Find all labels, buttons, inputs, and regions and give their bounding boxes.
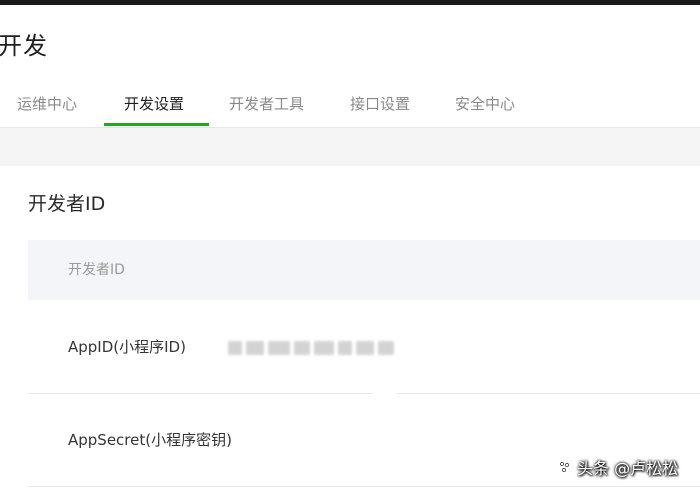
tab-dev-settings[interactable]: 开发设置 <box>124 88 184 128</box>
tab-ops-center[interactable]: 运维中心 <box>17 88 77 128</box>
content-background-band <box>0 128 700 166</box>
appid-value-masked <box>228 338 396 358</box>
watermark: 头条 @卢松松 <box>558 454 678 480</box>
section-title: 开发者ID <box>28 193 106 215</box>
toutiao-logo-icon <box>560 462 569 472</box>
row-divider <box>28 393 373 394</box>
row-divider <box>28 486 700 487</box>
tab-dev-tools[interactable]: 开发者工具 <box>229 88 304 128</box>
active-tab-indicator <box>104 123 209 126</box>
wechat-miniprogram-dev-settings-page: 开发 运维中心 开发设置 开发者工具 接口设置 安全中心 开发者ID 开发者ID… <box>0 0 700 490</box>
tab-bar: 运维中心 开发设置 开发者工具 接口设置 安全中心 <box>0 88 700 128</box>
top-bar <box>0 0 700 5</box>
table-header-label: 开发者ID <box>68 262 125 278</box>
tab-api-settings[interactable]: 接口设置 <box>350 88 410 128</box>
appsecret-label: AppSecret(小程序密钥) <box>68 431 232 449</box>
table-header: 开发者ID <box>28 240 700 300</box>
watermark-text: 头条 @卢松松 <box>577 459 679 478</box>
row-divider <box>397 393 700 394</box>
tab-security-center[interactable]: 安全中心 <box>455 88 515 128</box>
page-title: 开发 <box>0 32 48 60</box>
appid-label: AppID(小程序ID) <box>68 338 186 356</box>
